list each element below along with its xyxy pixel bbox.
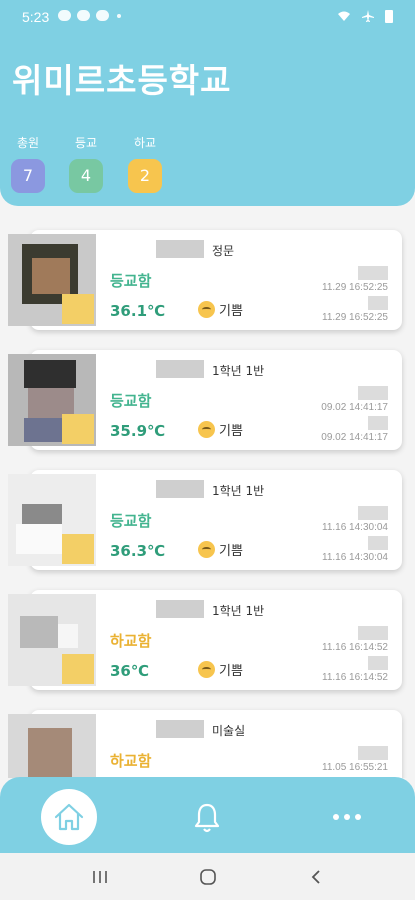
temperature: 36.1℃	[110, 302, 166, 320]
student-location: 1학년 1반	[212, 484, 265, 498]
departure-time: 11.29 16:52:25	[322, 312, 388, 323]
home-circle-icon	[200, 869, 216, 885]
smile-icon	[198, 301, 215, 318]
ts-blur	[368, 296, 388, 310]
ts-blur	[358, 386, 388, 400]
mood-label: 기쁨	[219, 544, 243, 559]
stat-arrived[interactable]: 등교 4	[69, 134, 103, 193]
student-location: 미술실	[212, 724, 246, 738]
stat-label: 등교	[74, 136, 98, 150]
student-name-blurred	[156, 240, 204, 258]
student-photo	[8, 354, 96, 446]
back-icon	[311, 870, 320, 884]
settings-icon	[96, 10, 109, 21]
student-name-blurred	[156, 360, 204, 378]
more-dot	[355, 814, 361, 820]
page-title: 위미르초등학교	[12, 61, 232, 100]
smile-icon	[198, 541, 215, 558]
ts-blur	[358, 266, 388, 280]
student-card[interactable]: 정문 등교함 36.1℃ 기쁨 11.29 16:52:25 11.29 16:…	[8, 230, 402, 330]
departure-time: 09.02 14:41:17	[321, 432, 388, 443]
student-photo	[8, 234, 96, 326]
ts-blur	[358, 626, 388, 640]
system-icons	[337, 9, 393, 23]
student-photo	[8, 714, 96, 778]
tab-notifications[interactable]	[186, 797, 228, 839]
bell-icon	[194, 803, 220, 833]
back-button[interactable]	[302, 863, 330, 891]
mood-label: 기쁨	[219, 424, 243, 439]
arrival-time: 11.05 16:55:21	[322, 762, 388, 773]
wifi-icon	[338, 11, 350, 21]
recents-icon	[93, 871, 107, 883]
student-name-blurred	[156, 600, 204, 618]
stat-count: 7	[11, 159, 45, 193]
stat-left[interactable]: 하교 2	[128, 134, 162, 193]
arrival-time: 11.16 16:14:52	[322, 642, 388, 653]
departure-time: 11.16 14:30:04	[322, 552, 388, 563]
ts-blur	[368, 536, 388, 550]
temperature: 36.3℃	[110, 542, 166, 560]
dot-icon	[117, 13, 121, 18]
student-location: 1학년 1반	[212, 364, 265, 378]
chat-icon	[58, 10, 71, 21]
smile-icon	[198, 661, 215, 678]
app-icon	[77, 10, 90, 21]
arrival-time: 11.16 14:30:04	[322, 522, 388, 533]
arrival-time: 11.29 16:52:25	[322, 282, 388, 293]
system-navigation-bar	[0, 853, 415, 900]
ts-blur	[358, 746, 388, 760]
student-photo	[8, 594, 96, 686]
airplane-icon	[362, 10, 374, 22]
stat-count: 2	[128, 159, 162, 193]
tab-more[interactable]	[322, 799, 372, 835]
recents-button[interactable]	[86, 863, 114, 891]
attendance-status: 등교함	[110, 512, 152, 530]
stat-total[interactable]: 총원 7	[11, 134, 45, 193]
attendance-status: 하교함	[110, 752, 152, 770]
student-card[interactable]: 1학년 1반 등교함 36.3℃ 기쁨 11.16 14:30:04 11.16…	[8, 470, 402, 570]
stat-label: 하교	[133, 136, 157, 150]
mood: 기쁨	[198, 540, 243, 559]
stat-count: 4	[69, 159, 103, 193]
school-header: 위미르초등학교 총원 7 등교 4 하교 2	[0, 34, 415, 206]
student-name-blurred	[156, 720, 204, 738]
tab-home[interactable]	[41, 789, 97, 845]
student-card[interactable]: 1학년 1반 등교함 35.9℃ 기쁨 09.02 14:41:17 09.02…	[8, 350, 402, 450]
mood-label: 기쁨	[219, 304, 243, 319]
mood: 기쁨	[198, 420, 243, 439]
departure-time: 11.16 16:14:52	[322, 672, 388, 683]
student-card[interactable]: 1학년 1반 하교함 36℃ 기쁨 11.16 16:14:52 11.16 1…	[8, 590, 402, 690]
mood: 기쁨	[198, 660, 243, 679]
home-system-button[interactable]	[194, 863, 222, 891]
notification-icons	[58, 10, 121, 21]
more-dot	[344, 814, 350, 820]
stat-label: 총원	[16, 136, 40, 150]
ts-blur	[368, 656, 388, 670]
battery-icon	[385, 9, 393, 23]
attendance-status: 등교함	[110, 272, 152, 290]
student-name-blurred	[156, 480, 204, 498]
status-time: 5:23	[22, 9, 50, 25]
student-location: 정문	[212, 244, 235, 258]
student-card[interactable]: 미술실 하교함 11.05 16:55:21	[8, 710, 402, 778]
student-location: 1학년 1반	[212, 604, 265, 618]
bottom-tab-bar	[0, 777, 415, 853]
attendance-status: 하교함	[110, 632, 152, 650]
smile-icon	[198, 421, 215, 438]
student-list[interactable]: 정문 등교함 36.1℃ 기쁨 11.29 16:52:25 11.29 16:…	[0, 206, 415, 778]
attendance-status: 등교함	[110, 392, 152, 410]
arrival-time: 09.02 14:41:17	[321, 402, 388, 413]
mood: 기쁨	[198, 300, 243, 319]
mood-label: 기쁨	[219, 664, 243, 679]
status-bar: 5:23	[0, 0, 415, 34]
ts-blur	[358, 506, 388, 520]
home-icon	[54, 803, 84, 831]
ts-blur	[368, 416, 388, 430]
student-photo	[8, 474, 96, 566]
temperature: 36℃	[110, 662, 150, 680]
temperature: 35.9℃	[110, 422, 166, 440]
more-dot	[333, 814, 339, 820]
